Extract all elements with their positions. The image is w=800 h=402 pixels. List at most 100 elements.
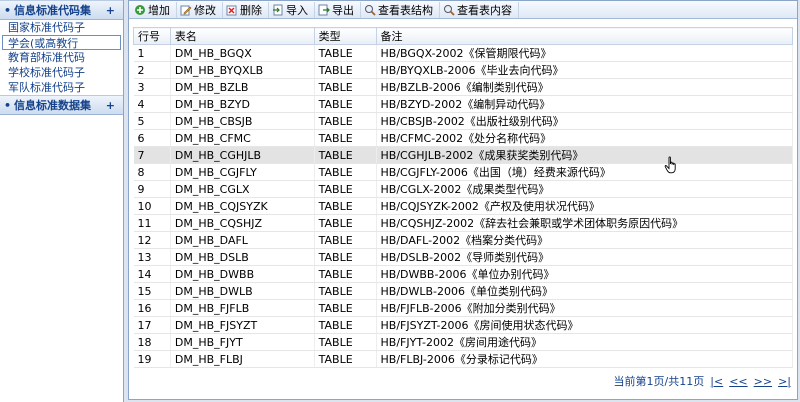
table-type-cell: TABLE <box>314 265 377 283</box>
table-row[interactable]: 19 DM_HB_FLBJ TABLE HB/FLBJ-2006《分录标记代码》 <box>133 350 794 368</box>
row-index-cell: 2 <box>133 61 171 79</box>
table-name-cell: DM_HB_DWBB <box>170 265 315 283</box>
column-header-index[interactable]: 行号 <box>133 27 171 45</box>
next-page-link[interactable]: >> <box>754 375 772 388</box>
export-button-label: 导出 <box>332 3 354 17</box>
sidebar-item-society[interactable]: 学会(或高教行 <box>2 35 121 50</box>
import-icon <box>273 4 283 15</box>
table-name-cell: DM_HB_BZLB <box>170 78 315 96</box>
table-row[interactable]: 5 DM_HB_CBSJB TABLE HB/CBSJB-2002《出版社级别代码》 <box>133 112 794 130</box>
bullet-icon: • <box>4 99 12 112</box>
table-row[interactable]: 10 DM_HB_CQJSYZK TABLE HB/CQJSYZK-2002《产权及使… <box>133 197 794 215</box>
table-type-cell: TABLE <box>314 180 377 198</box>
table-row[interactable]: 18 DM_HB_FJYT TABLE HB/FJYT-2002《房间用途代码》 <box>133 333 794 351</box>
row-index-cell: 12 <box>133 231 171 249</box>
search-icon <box>444 4 455 16</box>
table-type-cell: TABLE <box>314 248 377 266</box>
table-name-cell: DM_HB_BGQX <box>170 44 315 62</box>
table-name-cell: DM_HB_DAFL <box>170 231 315 249</box>
table-row[interactable]: 3 DM_HB_BZLB TABLE HB/BZLB-2006《编制类别代码》 <box>133 78 794 96</box>
table-name-cell: DM_HB_DWLB <box>170 282 315 300</box>
prev-page-link[interactable]: << <box>729 375 747 388</box>
table-row[interactable]: 15 DM_HB_DWLB TABLE HB/DWLB-2006《单位类别代码》 <box>133 282 794 300</box>
column-header-name[interactable]: 表名 <box>169 27 315 45</box>
row-index-cell: 3 <box>133 78 171 96</box>
table-note-cell: HB/CGHJLB-2002《成果获奖类别代码》 <box>376 146 794 164</box>
sidebar-group-code-sets[interactable]: • 信息标准代码集 + <box>0 0 123 20</box>
row-index-cell: 19 <box>133 350 171 368</box>
table-name-cell: DM_HB_CGHJLB <box>170 146 315 164</box>
view-content-button[interactable]: 查看表内容 <box>440 1 519 18</box>
view-structure-label: 查看表结构 <box>378 3 433 17</box>
table-row[interactable]: 12 DM_HB_DAFL TABLE HB/DAFL-2002《档案分类代码》 <box>133 231 794 249</box>
table-type-cell: TABLE <box>314 231 377 249</box>
table-row[interactable]: 9 DM_HB_CGLX TABLE HB/CGLX-2002《成果类型代码》 <box>133 180 794 198</box>
sidebar-item-school[interactable]: 学校标准代码子 <box>0 65 123 80</box>
table-row[interactable]: 2 DM_HB_BYQXLB TABLE HB/BYQXLB-2006《毕业去向代码》 <box>133 61 794 79</box>
pager-status: 当前第1页/共11页 <box>613 375 705 388</box>
row-index-cell: 9 <box>133 180 171 198</box>
edit-button-label: 修改 <box>194 3 216 17</box>
export-button[interactable]: 导出 <box>315 1 361 18</box>
table-row[interactable]: 17 DM_HB_FJSYZT TABLE HB/FJSYZT-2006《房间使用状态… <box>133 316 794 334</box>
row-index-cell: 6 <box>133 129 171 147</box>
table-note-cell: HB/BZYD-2002《编制异动代码》 <box>376 95 794 113</box>
table-row[interactable]: 7 DM_HB_CGHJLB TABLE HB/CGHJLB-2002《成果获奖类别代… <box>133 146 794 164</box>
sidebar-item-national[interactable]: 国家标准代码子 <box>0 20 123 35</box>
row-index-cell: 7 <box>133 146 171 164</box>
table-name-cell: DM_HB_FJSYZT <box>170 316 315 334</box>
table-name-cell: DM_HB_CGJFLY <box>170 163 315 181</box>
sidebar-item-ministry[interactable]: 教育部标准代码 <box>0 50 123 65</box>
table-type-cell: TABLE <box>314 333 377 351</box>
table-row[interactable]: 13 DM_HB_DSLB TABLE HB/DSLB-2002《导师类别代码》 <box>133 248 794 266</box>
row-index-cell: 14 <box>133 265 171 283</box>
sidebar-group-data-sets[interactable]: • 信息标准数据集 + <box>0 95 123 115</box>
main-panel: 增加 修改 删除 导入 导出 查看表结构 查看表内容 行号 表名 类型 备注 1… <box>128 0 798 400</box>
add-button-label: 增加 <box>148 3 170 17</box>
view-structure-button[interactable]: 查看表结构 <box>361 1 440 18</box>
column-header-type[interactable]: 类型 <box>313 27 377 45</box>
table-name-cell: DM_HB_FJYT <box>170 333 315 351</box>
delete-button-label: 删除 <box>240 3 262 17</box>
expand-icon[interactable]: + <box>106 1 115 21</box>
table-name-cell: DM_HB_CQJSYZK <box>170 197 315 215</box>
column-header-note[interactable]: 备注 <box>375 27 794 45</box>
table-note-cell: HB/FJFLB-2006《附加分类别代码》 <box>376 299 794 317</box>
table-note-cell: HB/CGLX-2002《成果类型代码》 <box>376 180 794 198</box>
table-type-cell: TABLE <box>314 350 377 368</box>
table-row[interactable]: 6 DM_HB_CFMC TABLE HB/CFMC-2002《处分名称代码》 <box>133 129 794 147</box>
delete-icon <box>226 5 237 15</box>
table-note-cell: HB/BGQX-2002《保管期限代码》 <box>376 44 794 62</box>
table-name-cell: DM_HB_DSLB <box>170 248 315 266</box>
export-icon <box>318 4 330 15</box>
row-index-cell: 8 <box>133 163 171 181</box>
table-row[interactable]: 4 DM_HB_BZYD TABLE HB/BZYD-2002《编制异动代码》 <box>133 95 794 113</box>
edit-button[interactable]: 修改 <box>177 1 223 18</box>
table-row[interactable]: 8 DM_HB_CGJFLY TABLE HB/CGJFLY-2006《出国（境）经费… <box>133 163 794 181</box>
table-note-cell: HB/CQJSYZK-2002《产权及使用状况代码》 <box>376 197 794 215</box>
first-page-link[interactable]: |< <box>710 375 723 388</box>
table-row[interactable]: 1 DM_HB_BGQX TABLE HB/BGQX-2002《保管期限代码》 <box>133 44 794 62</box>
add-button[interactable]: 增加 <box>131 1 177 18</box>
bullet-icon: • <box>4 4 12 17</box>
table-type-cell: TABLE <box>314 214 377 232</box>
toolbar: 增加 修改 删除 导入 导出 查看表结构 查看表内容 <box>129 1 797 19</box>
table-type-cell: TABLE <box>314 299 377 317</box>
table-row[interactable]: 16 DM_HB_FJFLB TABLE HB/FJFLB-2006《附加分类别代码》 <box>133 299 794 317</box>
table-note-cell: HB/FLBJ-2006《分录标记代码》 <box>376 350 794 368</box>
table-type-cell: TABLE <box>314 197 377 215</box>
table-note-cell: HB/DWLB-2006《单位类别代码》 <box>376 282 794 300</box>
add-icon <box>135 4 145 15</box>
expand-icon[interactable]: + <box>106 96 115 116</box>
table-row[interactable]: 11 DM_HB_CQSHJZ TABLE HB/CQSHJZ-2002《辞去社会兼职… <box>133 214 794 232</box>
delete-button[interactable]: 删除 <box>223 1 269 18</box>
table-row[interactable]: 14 DM_HB_DWBB TABLE HB/DWBB-2006《单位办别代码》 <box>133 265 794 283</box>
import-button[interactable]: 导入 <box>269 1 315 18</box>
table-type-cell: TABLE <box>314 282 377 300</box>
row-index-cell: 11 <box>133 214 171 232</box>
sidebar-item-military[interactable]: 军队标准代码子 <box>0 80 123 95</box>
search-icon <box>365 4 376 16</box>
table-type-cell: TABLE <box>314 95 377 113</box>
table-note-cell: HB/FJSYZT-2006《房间使用状态代码》 <box>376 316 794 334</box>
last-page-link[interactable]: >| <box>778 375 791 388</box>
